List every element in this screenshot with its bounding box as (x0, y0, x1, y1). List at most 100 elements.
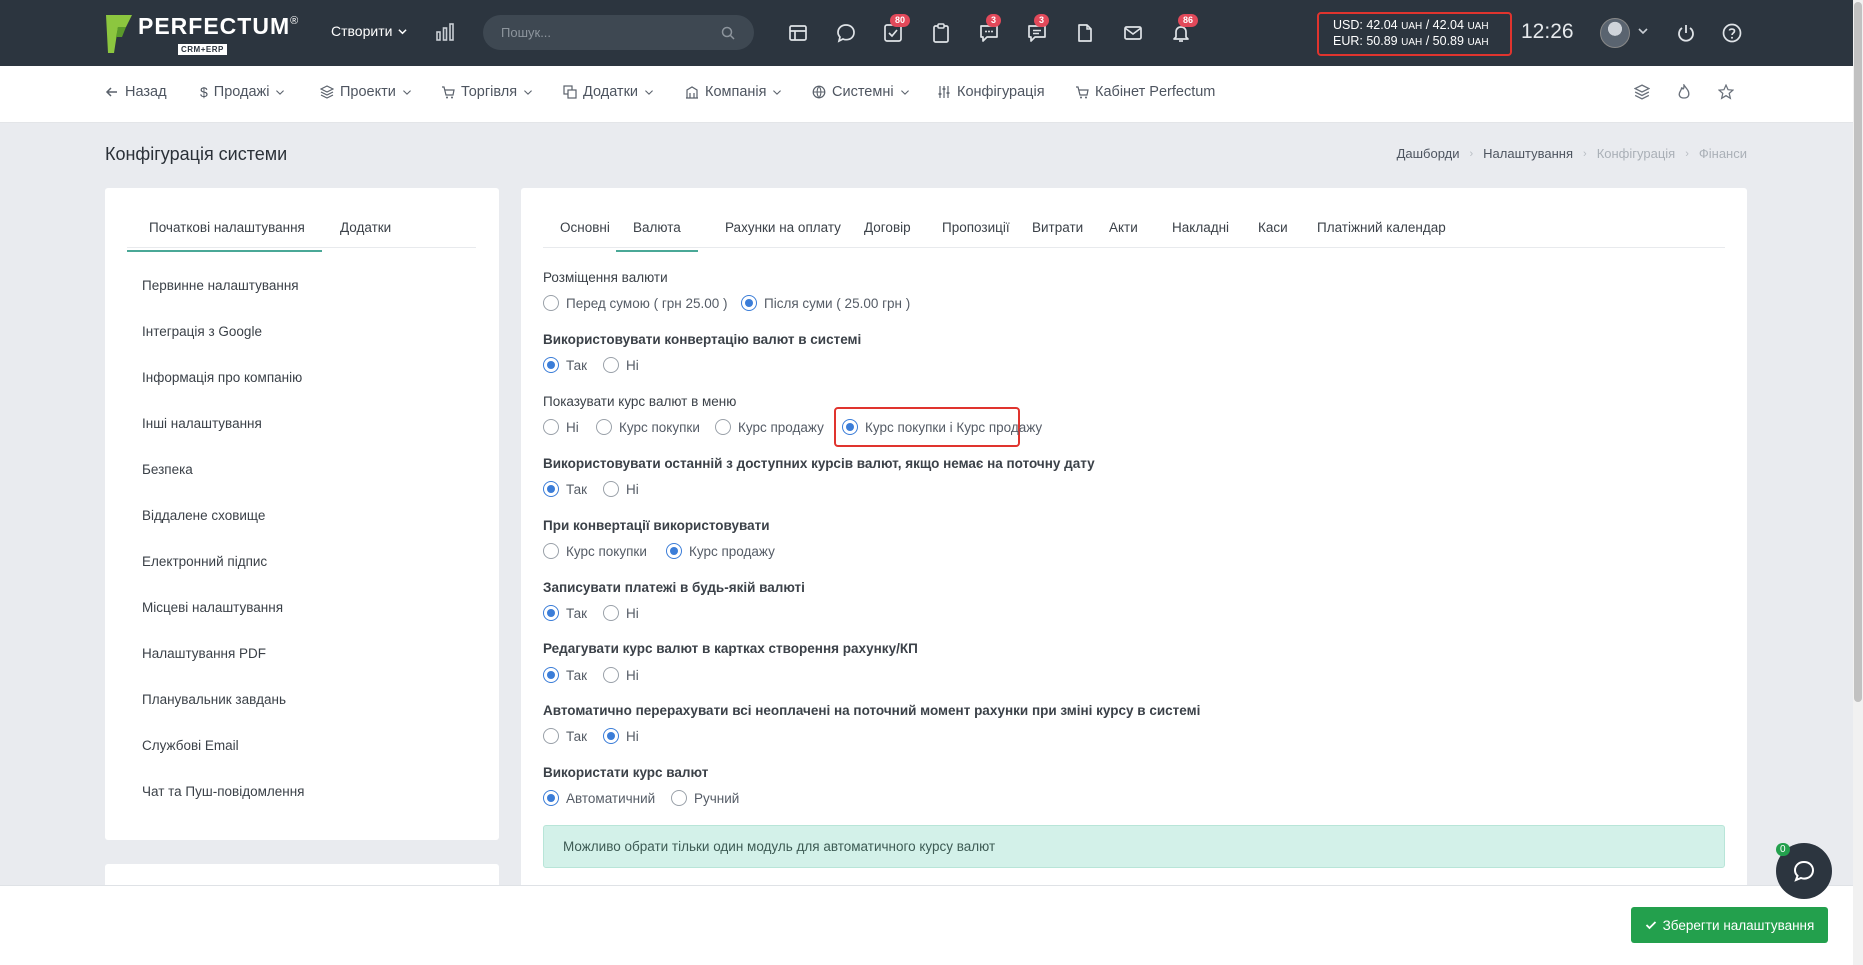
radio-edit-rate-no[interactable]: Ні (603, 667, 639, 683)
radio-button[interactable] (603, 728, 619, 744)
menu-item-primary-setup[interactable]: Первинне налаштування (142, 276, 304, 322)
search-icon[interactable] (721, 26, 735, 40)
menu-item-local-settings[interactable]: Місцеві налаштування (142, 598, 304, 644)
menu-item-e-signature[interactable]: Електронний підпис (142, 552, 304, 598)
radio-button[interactable] (603, 667, 619, 683)
fire-icon[interactable] (1676, 84, 1692, 100)
chat-widget-button[interactable]: 0 (1776, 843, 1832, 899)
radio-button[interactable] (842, 419, 858, 435)
radio-rate-automatic[interactable]: Автоматичний (543, 790, 655, 806)
search-input[interactable] (501, 25, 721, 40)
radio-button[interactable] (596, 419, 612, 435)
tab-basic[interactable]: Основні (560, 220, 610, 250)
radio-button[interactable] (741, 295, 757, 311)
create-button[interactable]: Створити (331, 23, 408, 39)
radio-payments-no[interactable]: Ні (603, 605, 639, 621)
chat-icon[interactable]: 3 (978, 14, 1002, 44)
avatar[interactable] (1600, 18, 1630, 48)
breadcrumb-settings[interactable]: Налаштування (1483, 146, 1573, 161)
menu-item-google-integration[interactable]: Інтеграція з Google (142, 322, 304, 368)
nav-cabinet[interactable]: Кабінет Perfectum (1075, 84, 1215, 100)
layers-icon[interactable] (1634, 84, 1650, 100)
breadcrumb-dashboards[interactable]: Дашборди (1397, 146, 1460, 161)
radio-button[interactable] (543, 790, 559, 806)
radio-last-rate-yes[interactable]: Так (543, 481, 587, 497)
radio-conversion-sell[interactable]: Курс продажу (666, 543, 775, 559)
nav-addons[interactable]: Додатки (563, 84, 654, 100)
radio-edit-rate-yes[interactable]: Так (543, 667, 587, 683)
menu-item-security[interactable]: Безпека (142, 460, 304, 506)
radio-button[interactable] (671, 790, 687, 806)
tab-waybills[interactable]: Накладні (1172, 220, 1229, 250)
currency-rates-box[interactable]: USD: 42.04 UAH / 42.04 UAH EUR: 50.89 UA… (1317, 12, 1512, 56)
menu-item-chat-push[interactable]: Чат та Пуш-повідомлення (142, 782, 304, 828)
radio-conversion-no[interactable]: Ні (603, 357, 639, 373)
radio-button[interactable] (603, 605, 619, 621)
document-icon[interactable] (1074, 22, 1096, 44)
radio-menu-rate-buy[interactable]: Курс покупки (596, 419, 700, 435)
radio-recalculate-yes[interactable]: Так (543, 728, 587, 744)
menu-item-pdf-settings[interactable]: Налаштування PDF (142, 644, 304, 690)
menu-item-remote-storage[interactable]: Віддалене сховище (142, 506, 304, 552)
menu-item-company-info[interactable]: Інформація про компанію (142, 368, 304, 414)
radio-button[interactable] (603, 481, 619, 497)
comment-icon[interactable] (835, 22, 857, 44)
tab-cash-desks[interactable]: Каси (1258, 220, 1288, 250)
tab-proposals[interactable]: Пропозиції (942, 220, 1010, 250)
nav-trade[interactable]: Торгівля (441, 84, 533, 100)
breadcrumb-config[interactable]: Конфігурація (1597, 146, 1676, 161)
logo[interactable]: PERFECTUM® CRM+ERP (104, 13, 298, 55)
nav-config[interactable]: Конфігурація (937, 84, 1045, 100)
radio-recalculate-no[interactable]: Ні (603, 728, 639, 744)
nav-company[interactable]: Компанія (685, 84, 782, 100)
tab-contract[interactable]: Договір (864, 220, 911, 250)
help-icon[interactable] (1721, 22, 1743, 44)
mail-icon[interactable] (1122, 22, 1144, 44)
clipboard-icon[interactable] (930, 22, 952, 44)
radio-button[interactable] (603, 357, 619, 373)
tab-expenses[interactable]: Витрати (1032, 220, 1083, 250)
radio-button[interactable] (543, 728, 559, 744)
radio-before-amount[interactable]: Перед сумою ( грн 25.00 ) (543, 295, 728, 311)
nav-sales[interactable]: $ Продажі (200, 84, 285, 100)
scrollbar-thumb[interactable] (1854, 2, 1862, 702)
radio-after-amount[interactable]: Після суми ( 25.00 грн ) (741, 295, 910, 311)
radio-menu-rate-no[interactable]: Ні (543, 419, 579, 435)
power-icon[interactable] (1675, 22, 1697, 44)
tab-acts[interactable]: Акти (1109, 220, 1138, 250)
radio-menu-rate-sell[interactable]: Курс продажу (715, 419, 824, 435)
radio-button[interactable] (715, 419, 731, 435)
nav-back[interactable]: Назад (105, 84, 167, 100)
tab-initial-settings[interactable]: Початкові налаштування (127, 220, 322, 252)
radio-menu-rate-buy-and-sell[interactable]: Курс покупки і Курс продажу (842, 419, 1042, 435)
nav-projects[interactable]: Проекти (320, 84, 412, 100)
tasks-icon[interactable]: 80 (882, 14, 911, 44)
radio-rate-manual[interactable]: Ручний (671, 790, 739, 806)
radio-conversion-buy[interactable]: Курс покупки (543, 543, 647, 559)
menu-item-task-scheduler[interactable]: Планувальник завдань (142, 690, 304, 736)
tab-addons[interactable]: Додатки (340, 220, 391, 250)
star-icon[interactable] (1718, 84, 1734, 100)
bell-icon[interactable]: 86 (1170, 14, 1199, 44)
radio-button[interactable] (543, 419, 559, 435)
messages-icon[interactable]: 3 (1026, 14, 1050, 44)
menu-item-service-email[interactable]: Службові Email (142, 736, 304, 782)
radio-button[interactable] (543, 295, 559, 311)
scrollbar[interactable] (1853, 0, 1863, 965)
chevron-down-icon[interactable] (1638, 26, 1648, 36)
radio-button[interactable] (543, 543, 559, 559)
reports-chart-icon[interactable] (435, 22, 455, 45)
radio-conversion-yes[interactable]: Так (543, 357, 587, 373)
radio-button[interactable] (666, 543, 682, 559)
radio-last-rate-no[interactable]: Ні (603, 481, 639, 497)
search-box[interactable] (483, 15, 754, 50)
menu-item-other-settings[interactable]: Інші налаштування (142, 414, 304, 460)
radio-button[interactable] (543, 605, 559, 621)
save-settings-button[interactable]: Зберегти налаштування (1631, 907, 1828, 943)
radio-payments-yes[interactable]: Так (543, 605, 587, 621)
tab-invoices[interactable]: Рахунки на оплату (725, 220, 841, 250)
nav-system[interactable]: Системні (812, 84, 910, 100)
radio-button[interactable] (543, 667, 559, 683)
tab-payment-calendar[interactable]: Платіжний календар (1317, 220, 1446, 250)
radio-button[interactable] (543, 481, 559, 497)
